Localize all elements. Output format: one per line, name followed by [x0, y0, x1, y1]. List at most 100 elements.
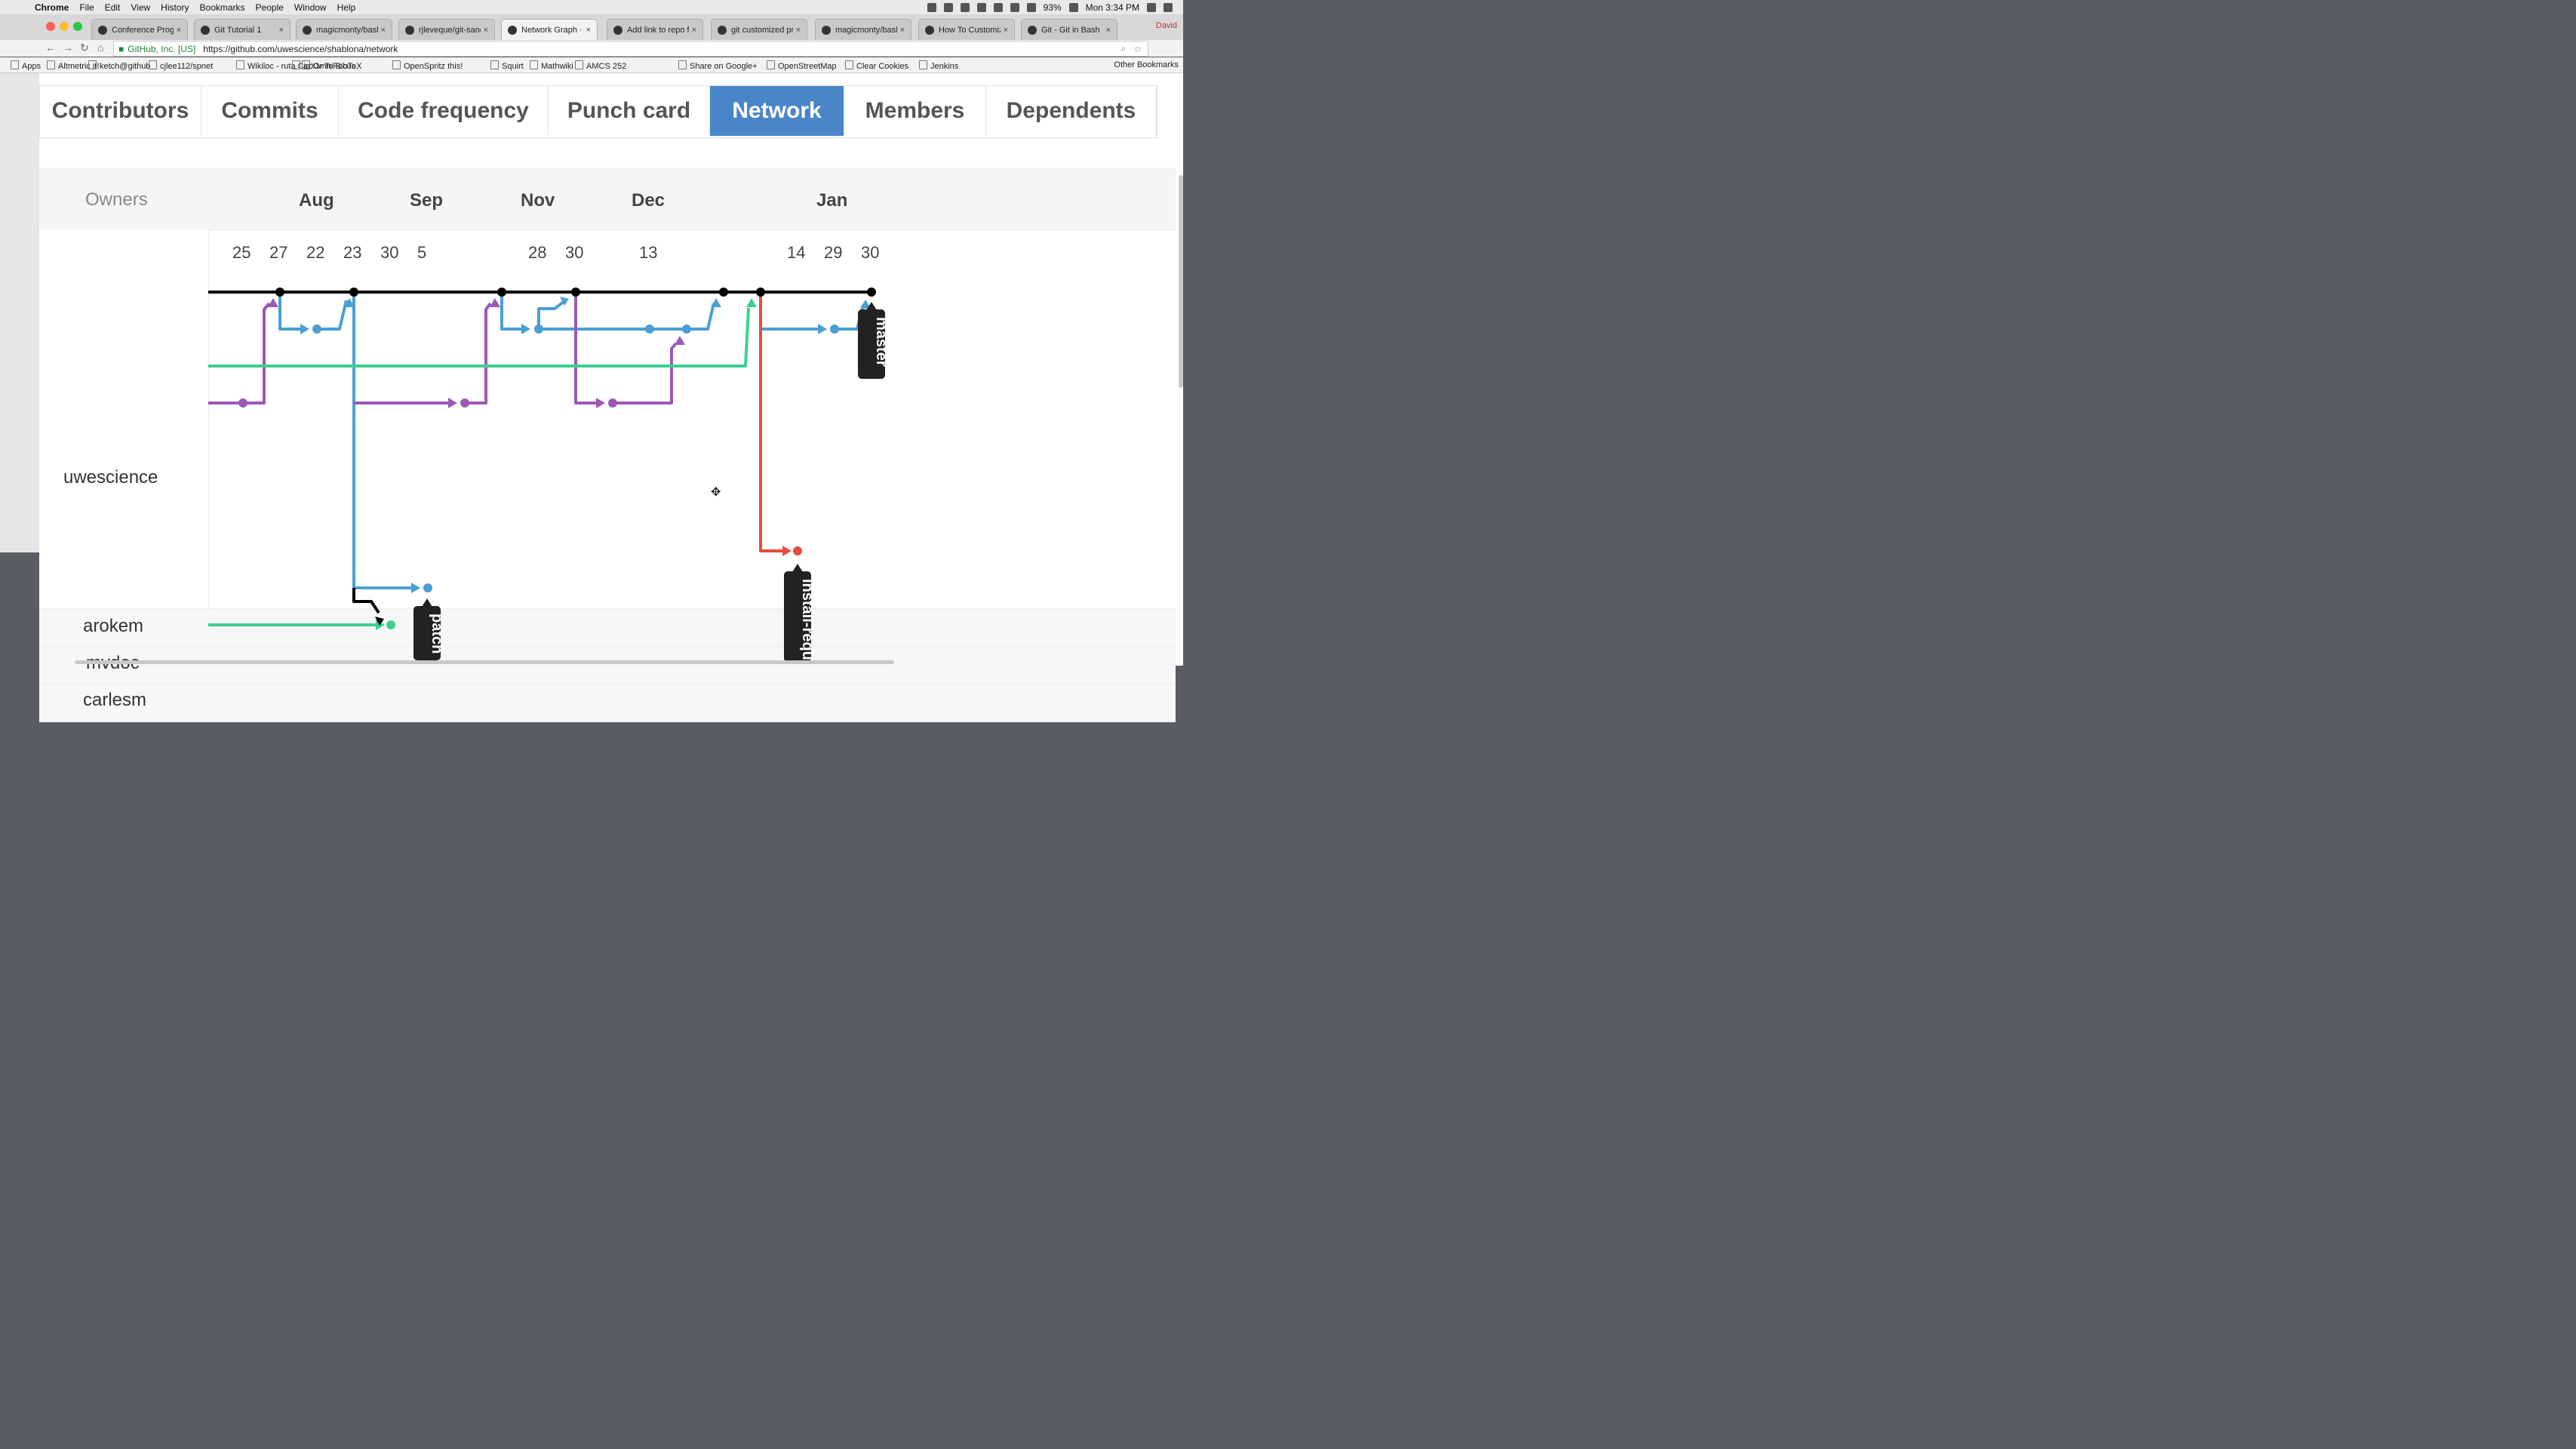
bookmark-item[interactable]: Jenkins: [919, 60, 958, 71]
browser-tab[interactable]: Git Tutorial 1 ×: [194, 19, 290, 40]
tab-network[interactable]: Network: [710, 86, 844, 136]
star-icon[interactable]: ☆: [1133, 44, 1142, 54]
menu-file[interactable]: File: [79, 2, 94, 13]
bookmark-item[interactable]: ketch@github: [88, 60, 150, 71]
bookmark-item[interactable]: Share on Google+: [678, 60, 758, 71]
time-machine-icon[interactable]: [960, 2, 970, 12]
blue-commit[interactable]: [534, 325, 543, 334]
master-commit[interactable]: [349, 288, 358, 297]
browser-tab[interactable]: Conference Progra×: [91, 19, 188, 40]
other-bookmarks[interactable]: Other Bookmarks: [1114, 60, 1179, 69]
close-tab-icon[interactable]: ×: [692, 26, 696, 35]
purple-commit[interactable]: [238, 398, 247, 408]
master-commit[interactable]: [497, 288, 506, 297]
close-tab-icon[interactable]: ×: [177, 26, 181, 35]
browser-tab[interactable]: magicmonty/bash ×: [815, 19, 911, 40]
bookmark-item[interactable]: Apps: [11, 60, 41, 71]
volume-icon[interactable]: [1010, 2, 1019, 12]
mvdoc-commit[interactable]: [423, 583, 432, 592]
close-tab-icon[interactable]: ×: [381, 26, 386, 35]
browser-tab[interactable]: Network Graph · u ×: [501, 19, 598, 40]
bookmark-item[interactable]: Squirt: [490, 60, 524, 71]
menu-view[interactable]: View: [131, 2, 150, 13]
menu-bookmarks[interactable]: Bookmarks: [200, 2, 245, 13]
purple-commit[interactable]: [608, 398, 617, 408]
tab-commits[interactable]: Commits: [201, 86, 339, 136]
network-graph[interactable]: Owners Aug Sep Nov Dec Jan 25 27 22 23 30 5 28 30 13…: [39, 168, 1176, 722]
profile-button[interactable]: David: [1156, 21, 1177, 30]
close-tab-icon[interactable]: ×: [796, 26, 801, 35]
master-branch-label[interactable]: master: [858, 302, 890, 379]
blue-commit[interactable]: [830, 325, 839, 334]
menu-window[interactable]: Window: [294, 2, 327, 13]
bookmark-item[interactable]: OpenStreetMap: [767, 60, 837, 71]
browser-tab[interactable]: magicmonty/bash ×: [296, 19, 392, 40]
purple-commit[interactable]: [460, 398, 469, 408]
master-commit[interactable]: [571, 288, 580, 297]
wifi-icon[interactable]: [993, 2, 1003, 12]
menu-chrome[interactable]: Chrome: [35, 2, 69, 13]
horizontal-scrollbar[interactable]: [75, 660, 894, 664]
close-tab-icon[interactable]: ×: [279, 26, 284, 35]
apple-icon[interactable]: [12, 2, 24, 14]
menu-edit[interactable]: Edit: [105, 2, 121, 13]
master-commit[interactable]: [275, 288, 284, 297]
tab-contributors[interactable]: Contributors: [40, 86, 201, 136]
minimize-window-icon[interactable]: [60, 22, 69, 31]
blue-commit[interactable]: [682, 325, 691, 334]
vertical-scrollbar[interactable]: [1179, 175, 1183, 388]
bookmark-item[interactable]: OpenSpritz this!: [392, 60, 463, 71]
home-icon[interactable]: ⌂: [97, 42, 103, 54]
menu-people[interactable]: People: [256, 2, 284, 13]
tab-dependents[interactable]: Dependents: [986, 86, 1157, 136]
url-text[interactable]: https://github.com/uwescience/shablona/n…: [203, 44, 398, 54]
battery-icon[interactable]: [1068, 2, 1078, 12]
info-icon[interactable]: [943, 2, 953, 12]
tab-code-frequency[interactable]: Code frequency: [339, 86, 549, 136]
bookmark-item[interactable]: cjlee112/spnet: [149, 60, 213, 71]
install-requ-branch-label[interactable]: install-requ: [784, 564, 816, 662]
address-bar[interactable]: ■ GitHub, Inc. [US] https://github.com/u…: [113, 41, 1148, 57]
browser-tab[interactable]: Git - Git in Bash ×: [1021, 19, 1117, 40]
browser-tab[interactable]: rjleveque/git-sand ×: [398, 19, 495, 40]
master-commit[interactable]: [719, 288, 728, 297]
back-icon[interactable]: ←: [45, 42, 56, 54]
reload-icon[interactable]: ↻: [80, 42, 89, 54]
menu-help[interactable]: Help: [337, 2, 356, 13]
zoom-window-icon[interactable]: [73, 22, 82, 31]
spotlight-search-icon[interactable]: [1147, 2, 1156, 12]
close-tab-icon[interactable]: ×: [1106, 26, 1111, 35]
notification-center-icon[interactable]: [1164, 2, 1173, 12]
site-identity[interactable]: GitHub, Inc. [US]: [128, 44, 195, 54]
dropbox-icon[interactable]: [976, 2, 986, 12]
arokem-commit[interactable]: [793, 546, 802, 555]
browser-tab[interactable]: How To Customiz ×: [918, 19, 1015, 40]
zoom-icon[interactable]: ⌕: [1121, 43, 1127, 54]
tab-punch-card[interactable]: Punch card: [549, 86, 710, 136]
forward-icon[interactable]: →: [63, 42, 73, 54]
bookmark-item[interactable]: OmniFocus: [302, 60, 355, 71]
blue-commit[interactable]: [312, 325, 321, 334]
close-tab-icon[interactable]: ×: [900, 26, 905, 35]
bookmark-item[interactable]: Clear Cookies: [845, 60, 908, 71]
master-commit[interactable]: [756, 288, 765, 297]
browser-tab[interactable]: Add link to repo fo ×: [607, 19, 703, 40]
close-tab-icon[interactable]: ×: [484, 26, 488, 35]
close-window-icon[interactable]: [46, 22, 55, 31]
master-commit[interactable]: [867, 288, 876, 297]
clock[interactable]: Mon 3:34 PM: [1086, 2, 1139, 13]
browser-tab[interactable]: git customized pro ×: [711, 19, 807, 40]
tab-members[interactable]: Members: [844, 86, 986, 136]
bookmark-item[interactable]: AMCS 252: [575, 60, 626, 71]
battery-percent[interactable]: 93%: [1044, 2, 1062, 13]
blue-commit[interactable]: [645, 325, 654, 334]
bookmark-item[interactable]: Mathwiki: [530, 60, 573, 71]
arrow-head: [411, 583, 420, 593]
flag-icon[interactable]: [1026, 2, 1036, 12]
close-tab-icon[interactable]: ×: [586, 26, 591, 35]
drive-icon[interactable]: [927, 2, 936, 12]
close-tab-icon[interactable]: ×: [1004, 26, 1008, 35]
carlesm-commit[interactable]: [386, 620, 395, 629]
patch-branch-label[interactable]: patch: [413, 598, 445, 660]
menu-history[interactable]: History: [161, 2, 189, 13]
